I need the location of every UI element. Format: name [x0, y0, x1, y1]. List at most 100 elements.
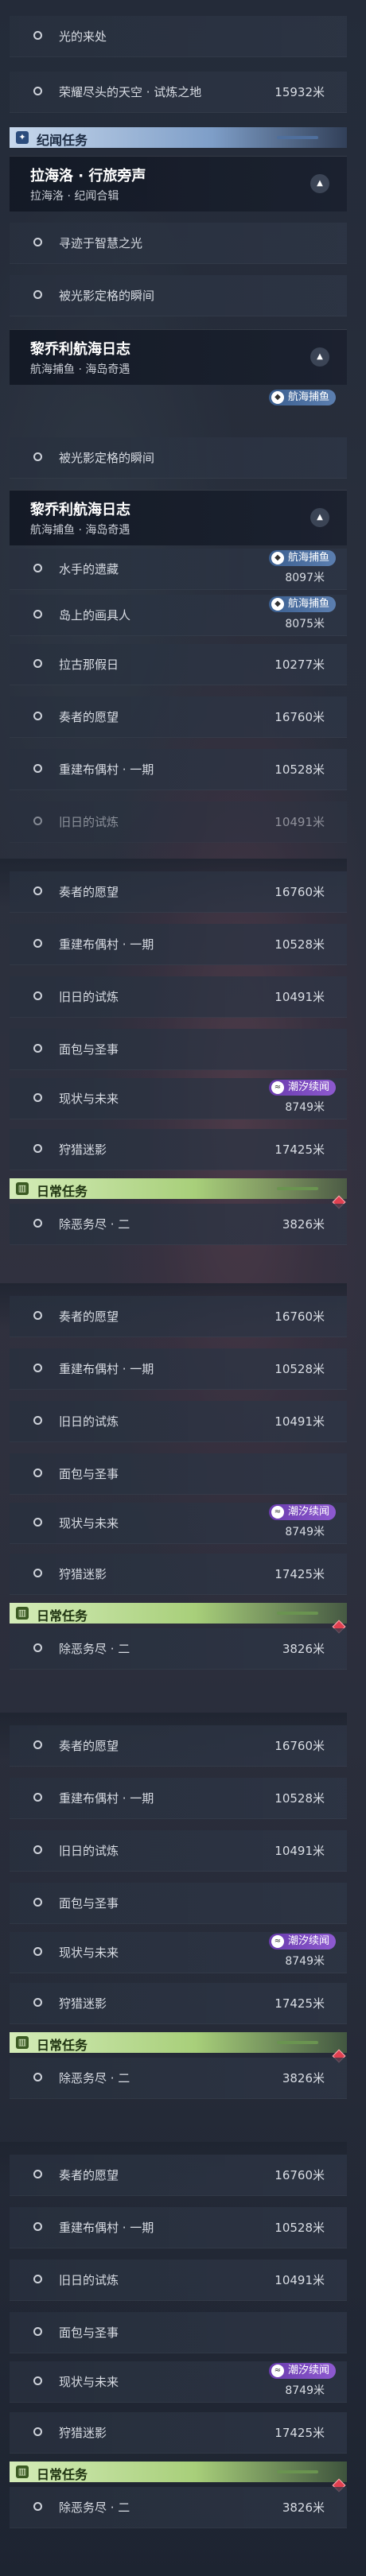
tide-badge: ≈ 潮汐续闻 — [268, 1504, 336, 1520]
quest-item[interactable]: ≈ 潮汐续闻 现状与未来 8749米 — [10, 2361, 347, 2403]
quest-distance: 10491米 — [274, 815, 325, 829]
quest-item[interactable]: 重建布偶村 · 一期 10528米 — [10, 2207, 347, 2248]
quest-item[interactable]: 光的来处 — [10, 16, 347, 57]
quest-item[interactable]: 除恶务尽 · 二 3826米 — [10, 2058, 347, 2099]
fishing-badge: ◆ 航海捕鱼 — [268, 596, 336, 612]
quest-panel-daily: 奏者的愿望 16760米 重建布偶村 · 一期 10528米 旧日的试炼 104… — [0, 1713, 347, 2126]
quest-item[interactable]: ◆ 航海捕鱼 水手的遗藏 8097米 — [10, 549, 347, 590]
collapse-icon[interactable]: ▲ — [310, 174, 329, 193]
collapse-icon[interactable]: ▲ — [310, 347, 329, 367]
quest-card-title: 拉海洛 · 行旅旁声 — [30, 168, 146, 184]
quest-item[interactable]: 奏者的愿望 16760米 — [10, 1296, 347, 1337]
quest-item[interactable]: 奏者的愿望 16760米 — [10, 871, 347, 913]
quest-item[interactable]: 狩猎迷影 17425米 — [10, 1129, 347, 1170]
circle-icon — [33, 2327, 42, 2336]
quest-name: 狩猎迷影 — [59, 1996, 107, 2011]
circle-icon — [33, 939, 42, 948]
quest-name: 除恶务尽 · 二 — [59, 1642, 130, 1656]
quest-item[interactable]: 旧日的试炼 10491米 — [10, 801, 347, 843]
quest-card-subtitle: 航海捕鱼 · 海岛奇遇 — [30, 524, 130, 537]
circle-icon — [33, 290, 42, 299]
quest-name: 除恶务尽 · 二 — [59, 1217, 130, 1232]
quest-item[interactable]: 重建布偶村 · 一期 10528米 — [10, 749, 347, 790]
quest-name: 荣耀尽头的天空 · 试炼之地 — [59, 85, 202, 99]
quest-distance: 3826米 — [282, 1217, 325, 1232]
quest-item[interactable]: 被光影定格的瞬间 — [10, 275, 347, 316]
circle-icon — [33, 1219, 42, 1228]
collapse-icon[interactable]: ▲ — [310, 508, 329, 527]
quest-item[interactable]: 旧日的试炼 10491米 — [10, 1401, 347, 1442]
circle-icon — [33, 1793, 42, 1802]
circle-icon — [33, 564, 42, 572]
circle-icon — [33, 2073, 42, 2081]
quest-name: 重建布偶村 · 一期 — [59, 2221, 154, 2235]
quest-item[interactable]: 面包与圣事 — [10, 1453, 347, 1495]
quest-name: 面包与圣事 — [59, 1896, 119, 1911]
circle-icon — [33, 1947, 42, 1956]
quest-card[interactable]: 黎乔利航海日志 航海捕鱼 · 海岛奇遇 ▲ — [10, 490, 347, 545]
quest-item[interactable]: 荣耀尽头的天空 · 试炼之地 15932米 — [10, 72, 347, 113]
circle-icon — [33, 2222, 42, 2231]
quest-item[interactable]: 奏者的愿望 16760米 — [10, 1725, 347, 1767]
quest-distance: 10528米 — [274, 1791, 325, 1806]
circle-icon — [33, 452, 42, 461]
quest-item[interactable]: 被光影定格的瞬间 — [10, 437, 347, 479]
quest-distance: 10528米 — [274, 762, 325, 777]
quest-name: 被光影定格的瞬间 — [59, 289, 155, 303]
quest-distance: 8075米 — [285, 618, 325, 630]
quest-panel-daily: 奏者的愿望 16760米 重建布偶村 · 一期 10528米 旧日的试炼 104… — [0, 859, 347, 1272]
quest-item[interactable]: 狩猎迷影 17425米 — [10, 1554, 347, 1595]
quest-item[interactable]: 面包与圣事 — [10, 2312, 347, 2353]
quest-name: 奏者的愿望 — [59, 1309, 119, 1324]
quest-item[interactable]: ≈ 潮汐续闻 现状与未来 8749米 — [10, 1932, 347, 1973]
quest-item[interactable]: ◆ 航海捕鱼 — [10, 386, 347, 413]
quest-name: 旧日的试炼 — [59, 2273, 119, 2287]
header-decoration — [277, 2041, 318, 2044]
circle-icon — [33, 1093, 42, 1102]
quest-item[interactable]: 旧日的试炼 10491米 — [10, 2260, 347, 2301]
circle-icon — [33, 2275, 42, 2283]
circle-icon — [33, 31, 42, 40]
quest-item[interactable]: ≈ 潮汐续闻 现状与未来 8749米 — [10, 1503, 347, 1544]
circle-icon — [33, 1643, 42, 1652]
quest-name: 水手的遗藏 — [59, 562, 119, 576]
quest-item[interactable]: 奏者的愿望 16760米 — [10, 696, 347, 738]
quest-item[interactable]: 面包与圣事 — [10, 1883, 347, 1924]
fish-icon: ◆ — [271, 598, 284, 611]
tide-badge: ≈ 潮汐续闻 — [268, 1934, 336, 1949]
quest-name: 面包与圣事 — [59, 1467, 119, 1481]
quest-name: 重建布偶村 · 一期 — [59, 1362, 154, 1376]
quest-item[interactable]: 寻迹于智慧之光 — [10, 223, 347, 264]
quest-item[interactable]: 除恶务尽 · 二 3826米 — [10, 1204, 347, 1245]
circle-icon — [33, 2502, 42, 2511]
quest-card[interactable]: 拉海洛 · 行旅旁声 拉海洛 · 纪闻合辑 ▲ — [10, 156, 347, 211]
quest-name: 现状与未来 — [59, 2375, 119, 2389]
quest-item[interactable]: 重建布偶村 · 一期 10528米 — [10, 1348, 347, 1390]
quest-item[interactable]: 旧日的试炼 10491米 — [10, 976, 347, 1018]
quest-distance: 8097米 — [285, 572, 325, 584]
quest-item[interactable]: 面包与圣事 — [10, 1029, 347, 1070]
quest-item[interactable]: 狩猎迷影 17425米 — [10, 1983, 347, 2024]
lore-quest-header: ✦ 纪闻任务 — [10, 127, 347, 148]
quest-item[interactable]: 拉古那假日 10277米 — [10, 644, 347, 685]
quest-name: 光的来处 — [59, 29, 107, 44]
quest-item[interactable]: 除恶务尽 · 二 3826米 — [10, 1628, 347, 1670]
book-icon: ▥ — [16, 2465, 29, 2478]
tide-badge: ≈ 潮汐续闻 — [268, 2363, 336, 2379]
quest-item[interactable]: 旧日的试炼 10491米 — [10, 1830, 347, 1872]
quest-item[interactable]: ◆ 航海捕鱼 岛上的画具人 8075米 — [10, 595, 347, 636]
section-title: 日常任务 — [37, 2038, 88, 2053]
quest-name: 奏者的愿望 — [59, 1739, 119, 1753]
quest-name: 重建布偶村 · 一期 — [59, 1791, 154, 1806]
section-title: 纪闻任务 — [37, 133, 88, 148]
quest-name: 现状与未来 — [59, 1946, 119, 1960]
quest-item[interactable]: 除恶务尽 · 二 3826米 — [10, 2487, 347, 2528]
quest-item[interactable]: 奏者的愿望 16760米 — [10, 2155, 347, 2196]
quest-item[interactable]: 重建布偶村 · 一期 10528米 — [10, 1778, 347, 1819]
quest-item[interactable]: ≈ 潮汐续闻 现状与未来 8749米 — [10, 1078, 347, 1119]
circle-icon — [33, 1364, 42, 1372]
quest-name: 重建布偶村 · 一期 — [59, 762, 154, 777]
quest-item[interactable]: 重建布偶村 · 一期 10528米 — [10, 924, 347, 965]
quest-item[interactable]: 狩猎迷影 17425米 — [10, 2412, 347, 2454]
quest-card[interactable]: 黎乔利航海日志 航海捕鱼 · 海岛奇遇 ▲ — [10, 329, 347, 385]
